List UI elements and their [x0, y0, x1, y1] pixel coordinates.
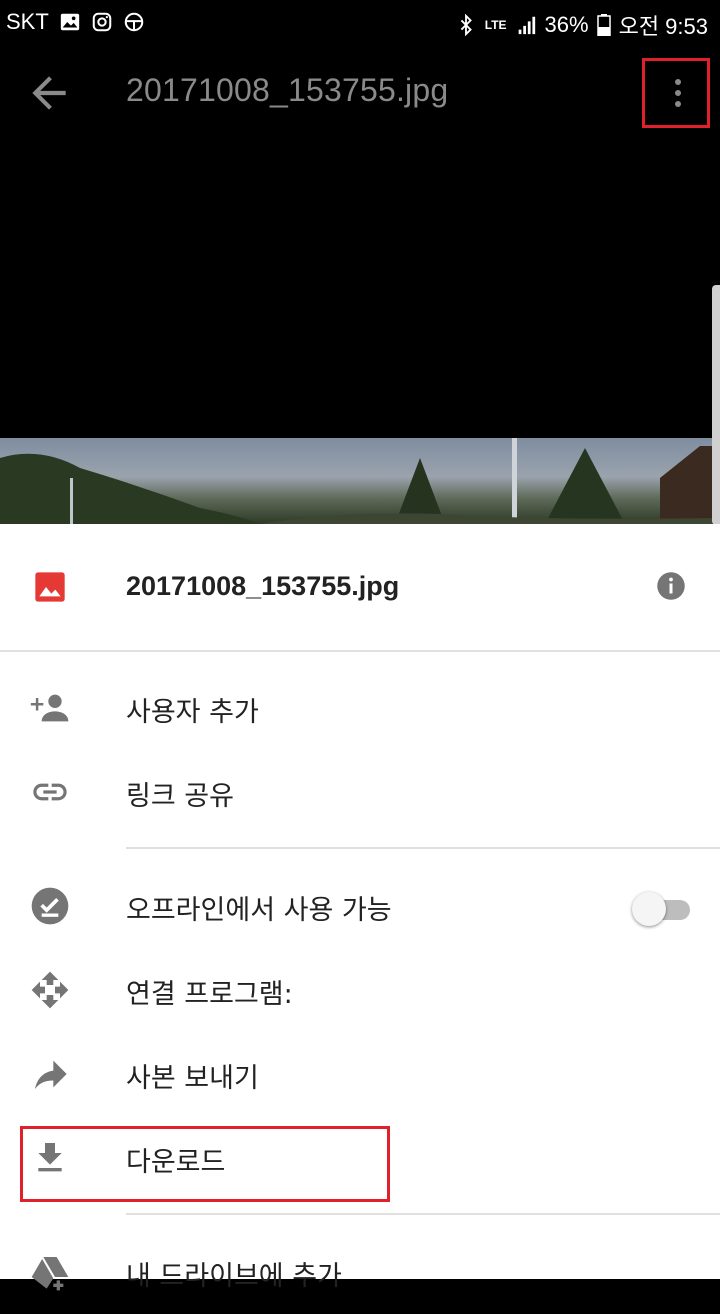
back-button[interactable]	[24, 68, 74, 118]
menu-item-send-copy[interactable]: 사본 보내기	[0, 1032, 720, 1116]
menu-item-add-user[interactable]: 사용자 추가	[0, 666, 720, 750]
menu-item-label: 사용자 추가	[126, 697, 259, 728]
more-vert-icon	[675, 79, 681, 112]
lte-label: LTE	[484, 18, 507, 32]
scroll-handle[interactable]	[712, 285, 720, 525]
menu-item-label: 사본 보내기	[126, 1063, 259, 1094]
toggle-thumb	[632, 892, 666, 926]
menu-item-label: 내 드라이브에 추가	[126, 1261, 342, 1292]
menu-item-share-link[interactable]: 링크 공유	[0, 750, 720, 834]
battery-icon	[596, 14, 611, 36]
viewer-toolbar: 20171008_153755.jpg	[0, 44, 720, 140]
clock: 오전 9:53	[618, 14, 708, 39]
open-with-icon	[31, 971, 69, 1009]
more-options-button[interactable]	[642, 58, 710, 128]
arrow-left-icon	[32, 76, 66, 110]
instagram-icon	[92, 12, 112, 32]
drive-add-icon	[31, 1257, 69, 1291]
person-add-icon	[30, 694, 69, 722]
battery-percent: 36%	[544, 12, 589, 37]
carrier-label: SKT	[6, 9, 49, 34]
menu-item-label: 링크 공유	[126, 781, 234, 812]
bluetooth-icon	[460, 14, 472, 36]
menu-item-label: 연결 프로그램:	[126, 979, 293, 1010]
gallery-icon	[60, 13, 79, 31]
share-arrow-icon	[35, 1060, 67, 1089]
info-icon[interactable]	[656, 571, 686, 601]
signal-icon	[518, 16, 535, 35]
menu-item-label: 오프라인에서 사용 가능	[126, 895, 392, 926]
file-name: 20171008_153755.jpg	[126, 571, 400, 601]
status-bar: SKT LTE 36% 오전 9:53	[0, 0, 720, 44]
photo-preview	[0, 438, 720, 524]
offline-check-icon	[31, 887, 69, 925]
download-highlight-box	[20, 1126, 390, 1202]
sheet-header: 20171008_153755.jpg	[0, 524, 720, 650]
divider	[126, 847, 720, 849]
divider	[126, 1213, 720, 1215]
menu-item-offline[interactable]: 오프라인에서 사용 가능	[0, 864, 720, 948]
file-title: 20171008_153755.jpg	[126, 72, 449, 108]
link-icon	[33, 783, 67, 801]
divider	[0, 650, 720, 652]
steering-icon	[124, 12, 144, 32]
menu-item-open-with[interactable]: 연결 프로그램:	[0, 948, 720, 1032]
offline-toggle[interactable]	[632, 892, 692, 926]
menu-item-add-to-drive[interactable]: 내 드라이브에 추가	[0, 1230, 720, 1314]
image-file-icon	[35, 572, 65, 602]
